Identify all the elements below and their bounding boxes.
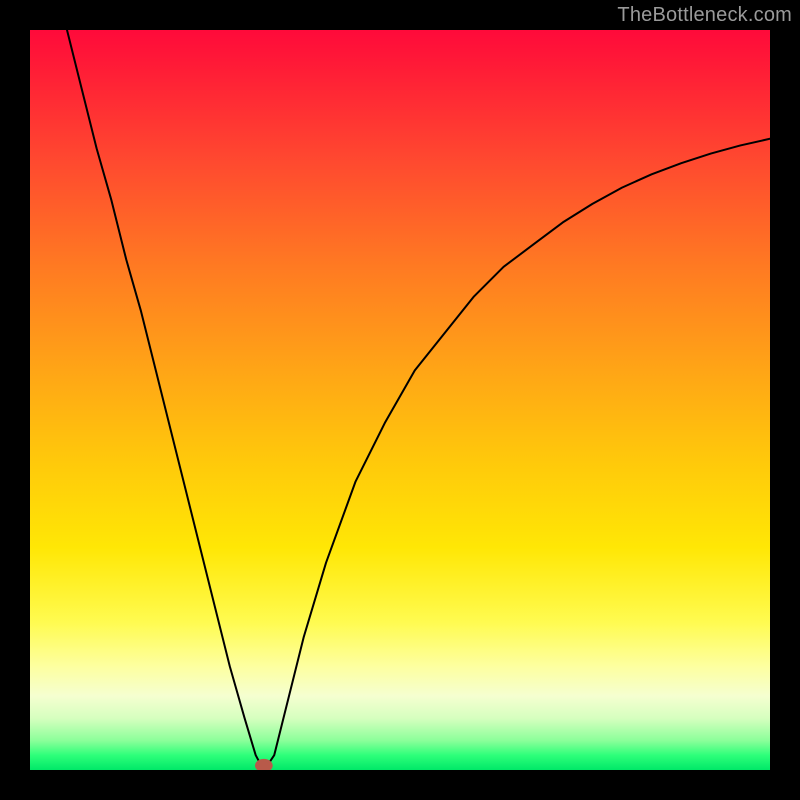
plot-area (30, 30, 770, 770)
chart-svg (30, 30, 770, 770)
watermark-text: TheBottleneck.com (617, 4, 792, 27)
bottleneck-curve (67, 30, 770, 766)
chart-frame: TheBottleneck.com (0, 0, 800, 800)
